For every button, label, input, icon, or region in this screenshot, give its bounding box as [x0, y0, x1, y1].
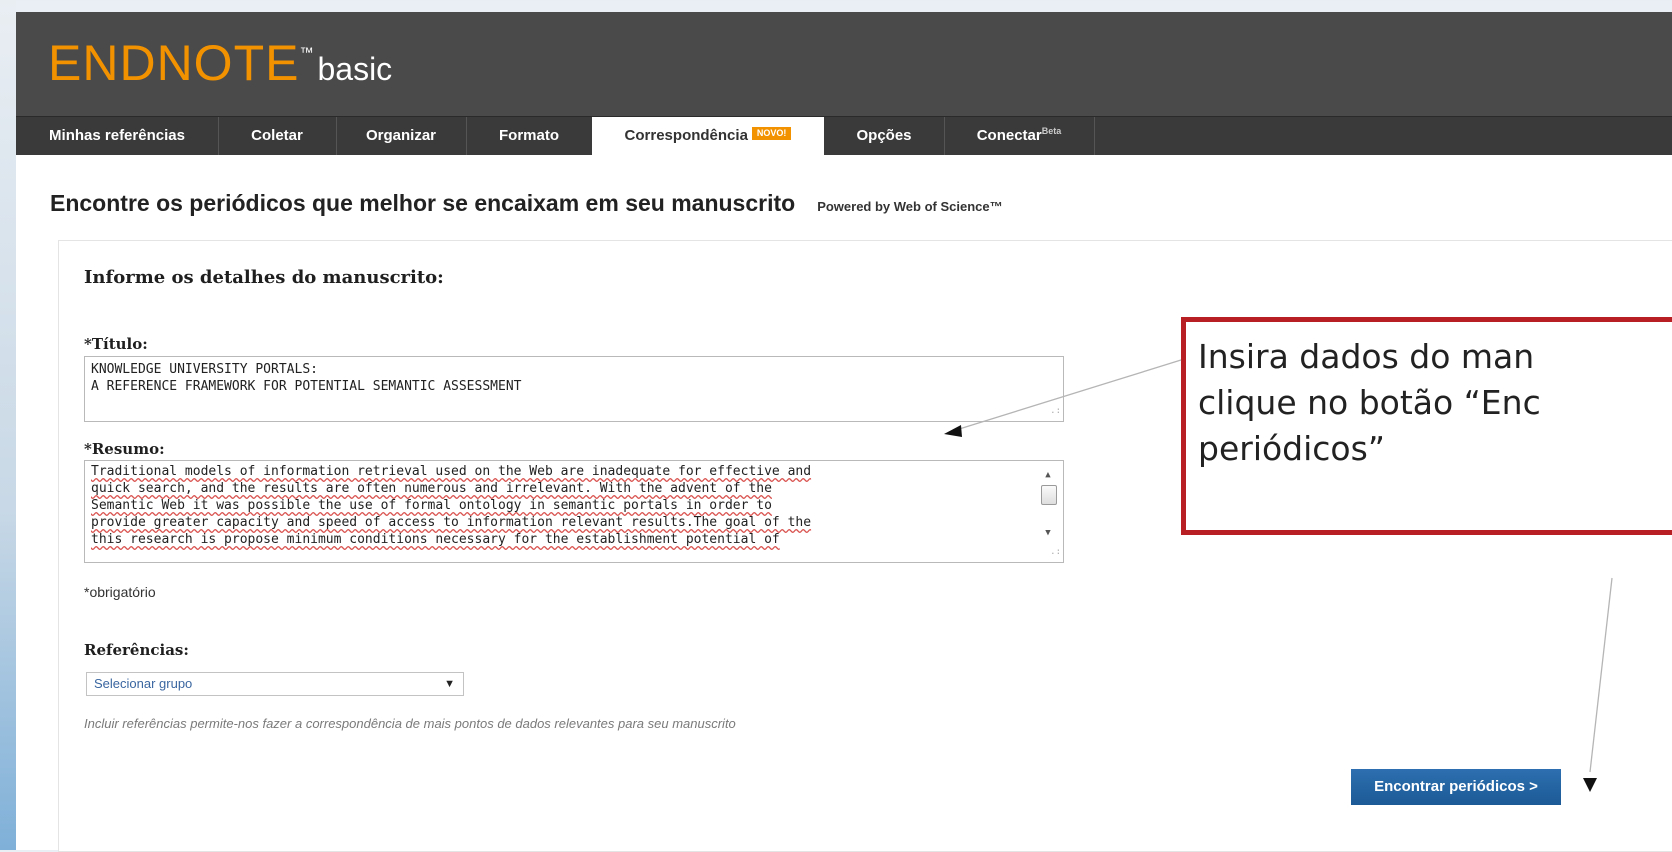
arrow-head-icon	[944, 425, 962, 437]
arrow-to-title-line	[955, 359, 1182, 431]
arrow-to-button-line	[1589, 577, 1613, 773]
arrow-head-icon	[1583, 778, 1597, 792]
callout-arrows	[944, 359, 1613, 792]
